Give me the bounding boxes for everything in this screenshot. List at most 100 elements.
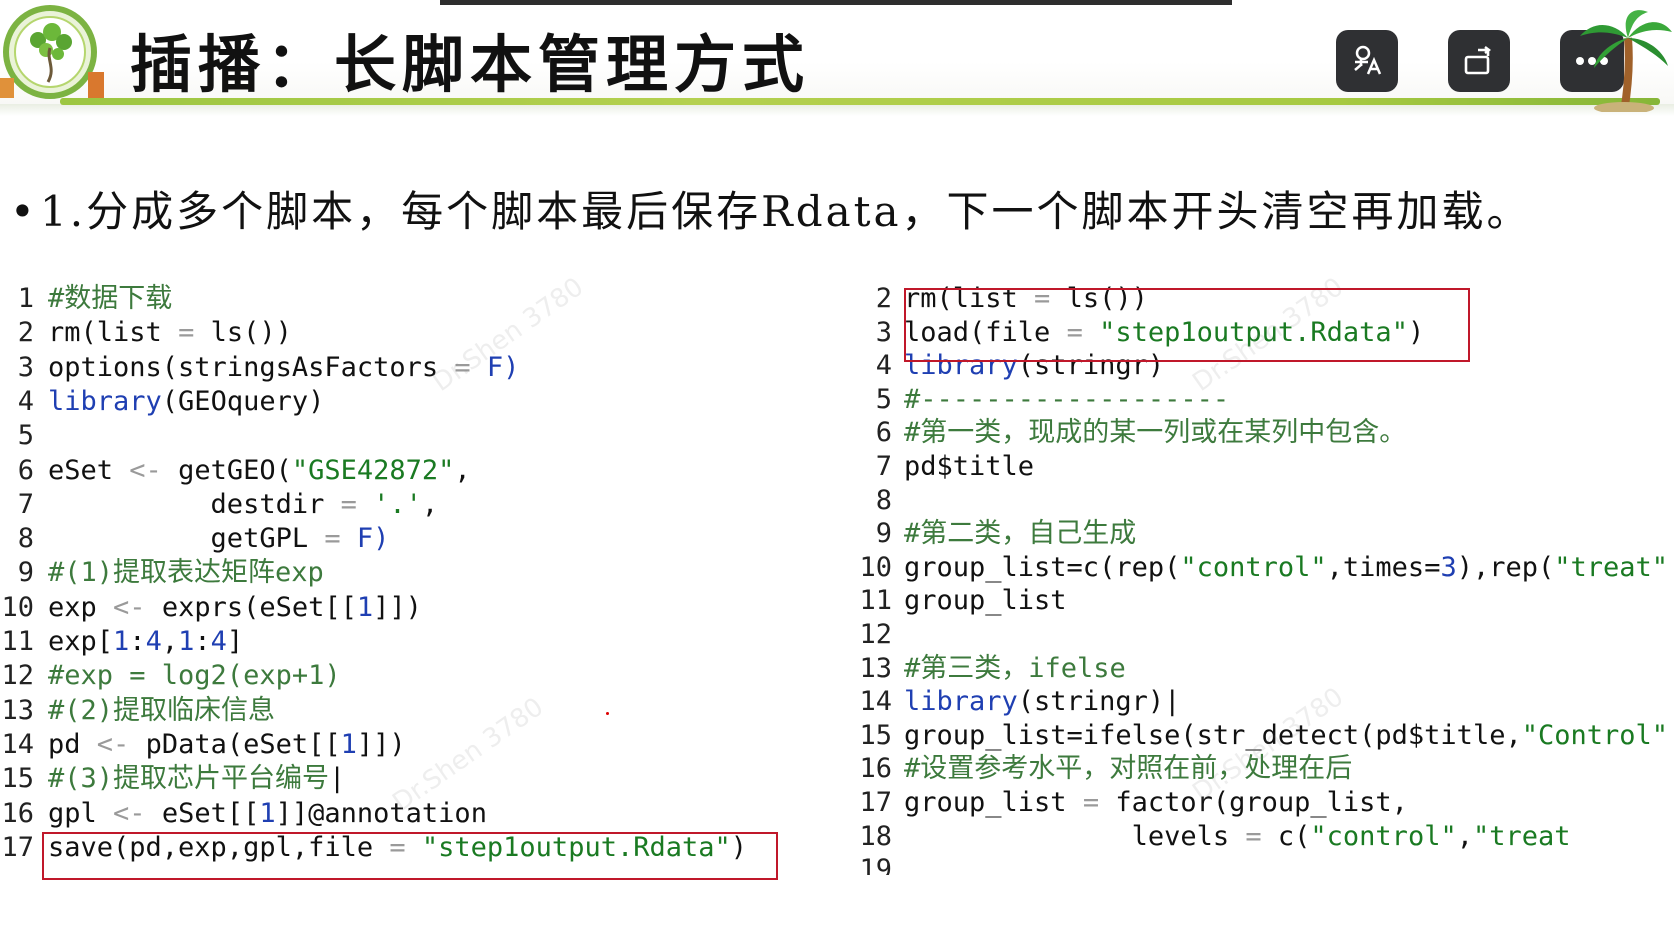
code-token: <- (129, 454, 179, 486)
code-token: pData(eSet[[ (145, 728, 341, 760)
code-token: levels (904, 820, 1230, 852)
code-line[interactable]: 1 #数据下载 (0, 282, 173, 316)
code-token: #------------------- (904, 383, 1230, 415)
code-token: "treat" (1554, 551, 1669, 583)
code-token: = (308, 523, 357, 555)
code-token: pd$title (904, 451, 1035, 482)
code-token: = (1066, 787, 1116, 818)
code-token: group_list=c(rep( (904, 551, 1181, 583)
code-line[interactable]: 7 destdir = '.', (0, 488, 438, 522)
code-token: library (904, 686, 1018, 718)
line-number: 10 (1, 591, 34, 623)
code-line[interactable]: 10 group_list=c(rep("control",times=3),re… (850, 551, 1668, 585)
code-token: list (96, 317, 162, 349)
code-token: = (324, 488, 374, 520)
code-token: , (1456, 820, 1473, 852)
code-token: 1 (356, 591, 374, 623)
code-token: : (194, 626, 211, 657)
code-line[interactable]: 17 group_list = factor(group_list, (850, 786, 1408, 820)
code-line[interactable]: 12 #exp = log2(exp+1) (0, 659, 340, 693)
code-line[interactable]: 19 (850, 853, 904, 875)
line-number: 5 (875, 383, 892, 415)
line-number: 16 (1, 797, 34, 829)
line-number: 12 (1, 660, 34, 692)
code-line[interactable]: 6 #第一类，现成的某一列或在某列中包含。 (850, 416, 1407, 450)
code-line[interactable]: 15 #(3)提取芯片平台编号| (0, 762, 345, 796)
code-line[interactable]: 11 group_list (850, 584, 1066, 618)
code-token: <- (113, 797, 162, 829)
code-token: '.' (373, 488, 422, 520)
code-token: destdir (48, 488, 325, 520)
line-number: 3 (17, 351, 34, 383)
right-code-editor[interactable]: 2 rm(list = ls()) 3 load(file = "step1outpu… (850, 282, 1674, 875)
line-number: 10 (859, 551, 892, 583)
code-token: <- (113, 591, 162, 623)
translate-button[interactable] (1336, 30, 1398, 92)
code-token: 3 (1440, 551, 1457, 583)
line-number: 4 (875, 350, 892, 382)
code-token: : (129, 626, 146, 657)
code-token: ),rep( (1456, 551, 1555, 583)
bullet-point: •1.分成多个脚本，每个脚本最后保存Rdata，下一个脚本开头清空再加载。 (10, 178, 1532, 239)
rotate-button[interactable] (1448, 30, 1510, 92)
line-number: 4 (17, 385, 34, 417)
line-number: 15 (859, 719, 892, 751)
code-token: , (454, 454, 471, 486)
line-number: 14 (859, 686, 892, 718)
code-token: rm( (48, 317, 97, 349)
code-token: #第二类，自己生成 (904, 518, 1137, 550)
code-line[interactable]: 9 #(1)提取表达矩阵exp (0, 556, 324, 590)
line-number: 3 (875, 316, 892, 348)
code-line[interactable]: 6 eSet <- getGEO("GSE42872", (0, 454, 471, 488)
header-shadow (0, 104, 1674, 116)
code-line[interactable]: 18 levels = c("control","treat (850, 820, 1570, 854)
code-line[interactable]: 8 (850, 484, 904, 518)
line-number: 8 (875, 484, 892, 516)
line-number: 16 (859, 753, 892, 785)
code-token: | (329, 763, 346, 795)
code-line[interactable]: 8 getGPL = F) (0, 522, 390, 556)
code-token: #(1)提取表达矩阵exp (48, 557, 324, 589)
code-line[interactable]: 2 rm(list = ls()) (0, 316, 292, 350)
code-line[interactable]: 10 exp <- exprs(eSet[[1]]) (0, 591, 422, 625)
code-token: library (48, 385, 162, 417)
code-token: exprs(eSet[[ (161, 591, 357, 623)
code-line[interactable]: 14 pd <- pData(eSet[[1]]) (0, 728, 405, 762)
code-line[interactable]: 14 library(stringr)| (850, 685, 1180, 719)
load-highlight-box (904, 288, 1470, 362)
code-token: factor(group_list, (1115, 787, 1408, 818)
code-token: exp[ (48, 626, 114, 657)
tree-logo-icon (0, 5, 104, 99)
code-token: #(2)提取临床信息 (48, 694, 276, 726)
code-token: 4 (210, 626, 227, 657)
code-token: ]]@annotation (275, 797, 487, 829)
code-line[interactable]: 5 #------------------- (850, 383, 1229, 417)
line-number: 19 (859, 854, 892, 875)
code-line[interactable]: 16 #设置参考水平，对照在前，处理在后 (850, 752, 1352, 786)
code-line[interactable]: 7 pd$title (850, 450, 1034, 484)
code-token: (GEOquery) (161, 385, 325, 417)
code-token: ls()) (210, 317, 292, 349)
code-token: F) (356, 523, 390, 555)
line-number: 9 (875, 518, 892, 550)
line-number: 7 (875, 451, 892, 482)
line-number: 13 (859, 652, 892, 684)
code-line[interactable]: 13 #第三类，ifelse (850, 652, 1125, 686)
code-token: , (161, 626, 179, 657)
code-line[interactable]: 5 (0, 419, 48, 453)
code-token: eSet[[ (161, 797, 260, 829)
code-line[interactable]: 13 #(2)提取临床信息 (0, 694, 275, 728)
line-number: 7 (17, 488, 34, 520)
code-line[interactable]: 12 (850, 618, 904, 652)
code-token: group_list (904, 787, 1067, 818)
code-line[interactable]: 9 #第二类，自己生成 (850, 517, 1137, 551)
code-token: #数据下载 (48, 283, 173, 314)
code-token: 1 (340, 728, 357, 760)
code-token: (stringr)| (1017, 686, 1181, 718)
code-line[interactable]: 4 library(GEOquery) (0, 385, 325, 419)
palm-tree-icon (1580, 10, 1672, 112)
line-number: 2 (17, 317, 34, 349)
code-token: ]]) (373, 591, 422, 623)
code-token: 4 (145, 626, 162, 657)
code-line[interactable]: 11 exp[1:4,1:4] (0, 625, 243, 659)
